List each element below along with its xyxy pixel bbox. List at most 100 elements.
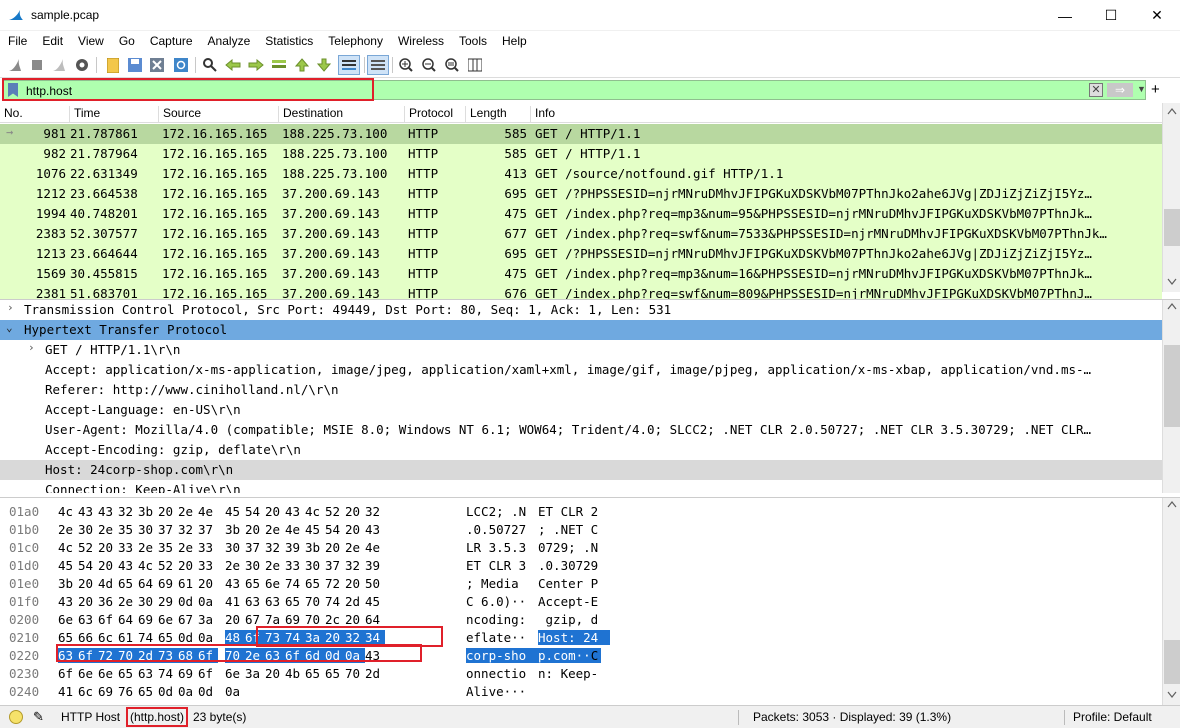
hex-byte[interactable]: 20 <box>345 504 365 519</box>
minimize-button[interactable]: — <box>1042 0 1088 31</box>
hex-byte[interactable]: 20 <box>198 576 218 591</box>
hex-byte[interactable]: 30 <box>305 558 325 573</box>
packet-row[interactable]: 1212 23.664538 172.16.165.165 37.200.69.143… <box>0 184 1162 204</box>
hex-byte[interactable]: 65 <box>305 666 325 681</box>
hex-byte[interactable]: 33 <box>198 540 218 555</box>
hex-byte[interactable]: 6c <box>98 630 118 645</box>
hex-byte[interactable]: 37 <box>158 522 178 537</box>
hex-byte[interactable]: 67 <box>178 612 198 627</box>
ascii-group[interactable]: ; Media <box>466 576 538 591</box>
hex-byte[interactable]: 2e <box>98 522 118 537</box>
hex-byte[interactable]: 69 <box>98 684 118 699</box>
hex-byte[interactable]: 4c <box>138 558 158 573</box>
hex-byte[interactable]: 37 <box>198 522 218 537</box>
byte-row[interactable]: 01a0 4c 43 43 32 3b 20 2e 4e 45 54 20 43 4c 52 20 32 LCC2… <box>0 502 1162 520</box>
column-length[interactable]: Length <box>466 106 531 123</box>
hex-byte[interactable]: 2e <box>265 522 285 537</box>
hex-byte[interactable]: 72 <box>325 576 345 591</box>
hex-byte[interactable]: 20 <box>245 522 265 537</box>
menu-go[interactable]: Go <box>111 31 142 52</box>
ascii-group[interactable]: eflate·· <box>466 630 538 645</box>
close-file-icon[interactable] <box>148 56 166 74</box>
hex-byte[interactable]: 43 <box>225 576 245 591</box>
byte-row[interactable]: 0200 6e 63 6f 64 69 6e 67 3a 20 67 7a 69 70 2c 20 64 ncod… <box>0 610 1162 628</box>
byte-row[interactable]: 0240 41 6c 69 76 65 0d 0a 0d 0a Alive··· <box>0 682 1162 700</box>
hex-byte[interactable]: 6e <box>158 612 178 627</box>
hex-byte[interactable]: 20 <box>98 540 118 555</box>
hex-byte[interactable]: 67 <box>245 612 265 627</box>
hex-byte[interactable]: 20 <box>345 612 365 627</box>
hex-byte[interactable]: 4c <box>58 504 78 519</box>
hex-byte[interactable]: 30 <box>245 558 265 573</box>
ascii-group[interactable]: Host: 24 <box>538 630 610 645</box>
hex-byte[interactable]: 54 <box>78 558 98 573</box>
ascii-group[interactable]: Center P <box>538 576 610 591</box>
hex-byte[interactable]: 0a <box>225 684 245 699</box>
ascii-group[interactable]: Accept-E <box>538 594 610 609</box>
hex-byte[interactable]: 65 <box>245 576 265 591</box>
ascii-group[interactable]: C 6.0)·· <box>466 594 538 609</box>
detail-row-host[interactable]: Host: 24corp-shop.com\r\n <box>0 460 1162 480</box>
menu-view[interactable]: View <box>70 31 111 52</box>
hex-byte[interactable]: 43 <box>285 504 305 519</box>
hex-byte[interactable]: 37 <box>325 558 345 573</box>
hex-byte[interactable]: 64 <box>365 612 385 627</box>
hex-byte[interactable]: 65 <box>118 666 138 681</box>
hex-byte[interactable]: 48 <box>225 630 245 645</box>
hex-byte[interactable]: 6f <box>198 666 218 681</box>
packet-row[interactable]: → 981 21.787861 172.16.165.165 188.225.73.10… <box>0 124 1162 144</box>
hex-byte[interactable]: 30 <box>138 522 158 537</box>
detail-row-connection[interactable]: Connection: Keep-Alive\r\n <box>0 480 1162 493</box>
menu-file[interactable]: File <box>0 31 34 52</box>
menu-analyze[interactable]: Analyze <box>200 31 258 52</box>
hex-byte[interactable]: 3b <box>305 540 325 555</box>
hex-byte[interactable]: 0d <box>158 684 178 699</box>
resize-columns-icon[interactable] <box>466 56 484 74</box>
byte-row[interactable]: 01c0 4c 52 20 33 2e 35 2e 33 30 37 32 39 3b 20 2e 4e LR 3… <box>0 538 1162 556</box>
hex-byte[interactable]: 65 <box>158 630 178 645</box>
hex-byte[interactable]: 54 <box>325 522 345 537</box>
detail-row-http[interactable]: ⌄ Hypertext Transfer Protocol <box>0 320 1162 340</box>
detail-row-accept[interactable]: Accept: application/x-ms-application, im… <box>0 360 1162 380</box>
hex-byte[interactable]: 64 <box>118 612 138 627</box>
column-destination[interactable]: Destination <box>279 106 405 123</box>
close-button[interactable]: ✕ <box>1134 0 1180 31</box>
hex-byte[interactable]: 69 <box>178 666 198 681</box>
hex-byte[interactable]: 32 <box>178 522 198 537</box>
hex-byte[interactable]: 6e <box>265 576 285 591</box>
start-capture-icon[interactable] <box>6 56 24 74</box>
hex-byte[interactable]: 39 <box>285 540 305 555</box>
hex-byte[interactable]: 65 <box>138 684 158 699</box>
filter-history-dropdown-icon[interactable]: ▼ <box>1137 84 1146 94</box>
hex-byte[interactable]: 65 <box>285 594 305 609</box>
hex-byte[interactable]: 35 <box>118 522 138 537</box>
hex-byte[interactable]: 20 <box>178 558 198 573</box>
ascii-group[interactable]: 0729; .N <box>538 540 610 555</box>
hex-byte[interactable]: 29 <box>158 594 178 609</box>
hex-byte[interactable]: 63 <box>265 594 285 609</box>
expand-arrow-icon[interactable]: › <box>7 301 14 314</box>
hex-byte[interactable]: 2c <box>325 612 345 627</box>
hex-byte[interactable]: 32 <box>365 504 385 519</box>
add-filter-button[interactable]: + <box>1151 81 1160 98</box>
menu-wireless[interactable]: Wireless <box>390 31 451 52</box>
go-forward-icon[interactable] <box>247 56 265 74</box>
hex-byte[interactable]: 64 <box>138 576 158 591</box>
hex-byte[interactable]: 32 <box>118 504 138 519</box>
detail-row-user-agent[interactable]: User-Agent: Mozilla/4.0 (compatible; MSI… <box>0 420 1162 440</box>
hex-byte[interactable]: 2e <box>225 558 245 573</box>
zoom-out-icon[interactable] <box>420 56 438 74</box>
hex-byte[interactable]: 4c <box>58 540 78 555</box>
hex-byte[interactable]: 6e <box>58 612 78 627</box>
hex-byte[interactable]: 4d <box>98 576 118 591</box>
packet-row[interactable]: 982 21.787964 172.16.165.165 188.225.73.100… <box>0 144 1162 164</box>
packet-row[interactable]: 1213 23.664644 172.16.165.165 37.200.69.143… <box>0 244 1162 264</box>
hex-byte[interactable]: 61 <box>118 630 138 645</box>
hex-byte[interactable]: 20 <box>158 504 178 519</box>
hex-byte[interactable]: 3b <box>225 522 245 537</box>
hex-byte[interactable]: 69 <box>138 612 158 627</box>
bytes-scrollbar[interactable] <box>1162 498 1180 705</box>
byte-row[interactable]: 0230 6f 6e 6e 65 63 74 69 6f 6e 3a 20 4b 65 65 70 2d onne… <box>0 664 1162 682</box>
detail-row-accept-language[interactable]: Accept-Language: en-US\r\n <box>0 400 1162 420</box>
hex-byte[interactable]: 43 <box>58 594 78 609</box>
